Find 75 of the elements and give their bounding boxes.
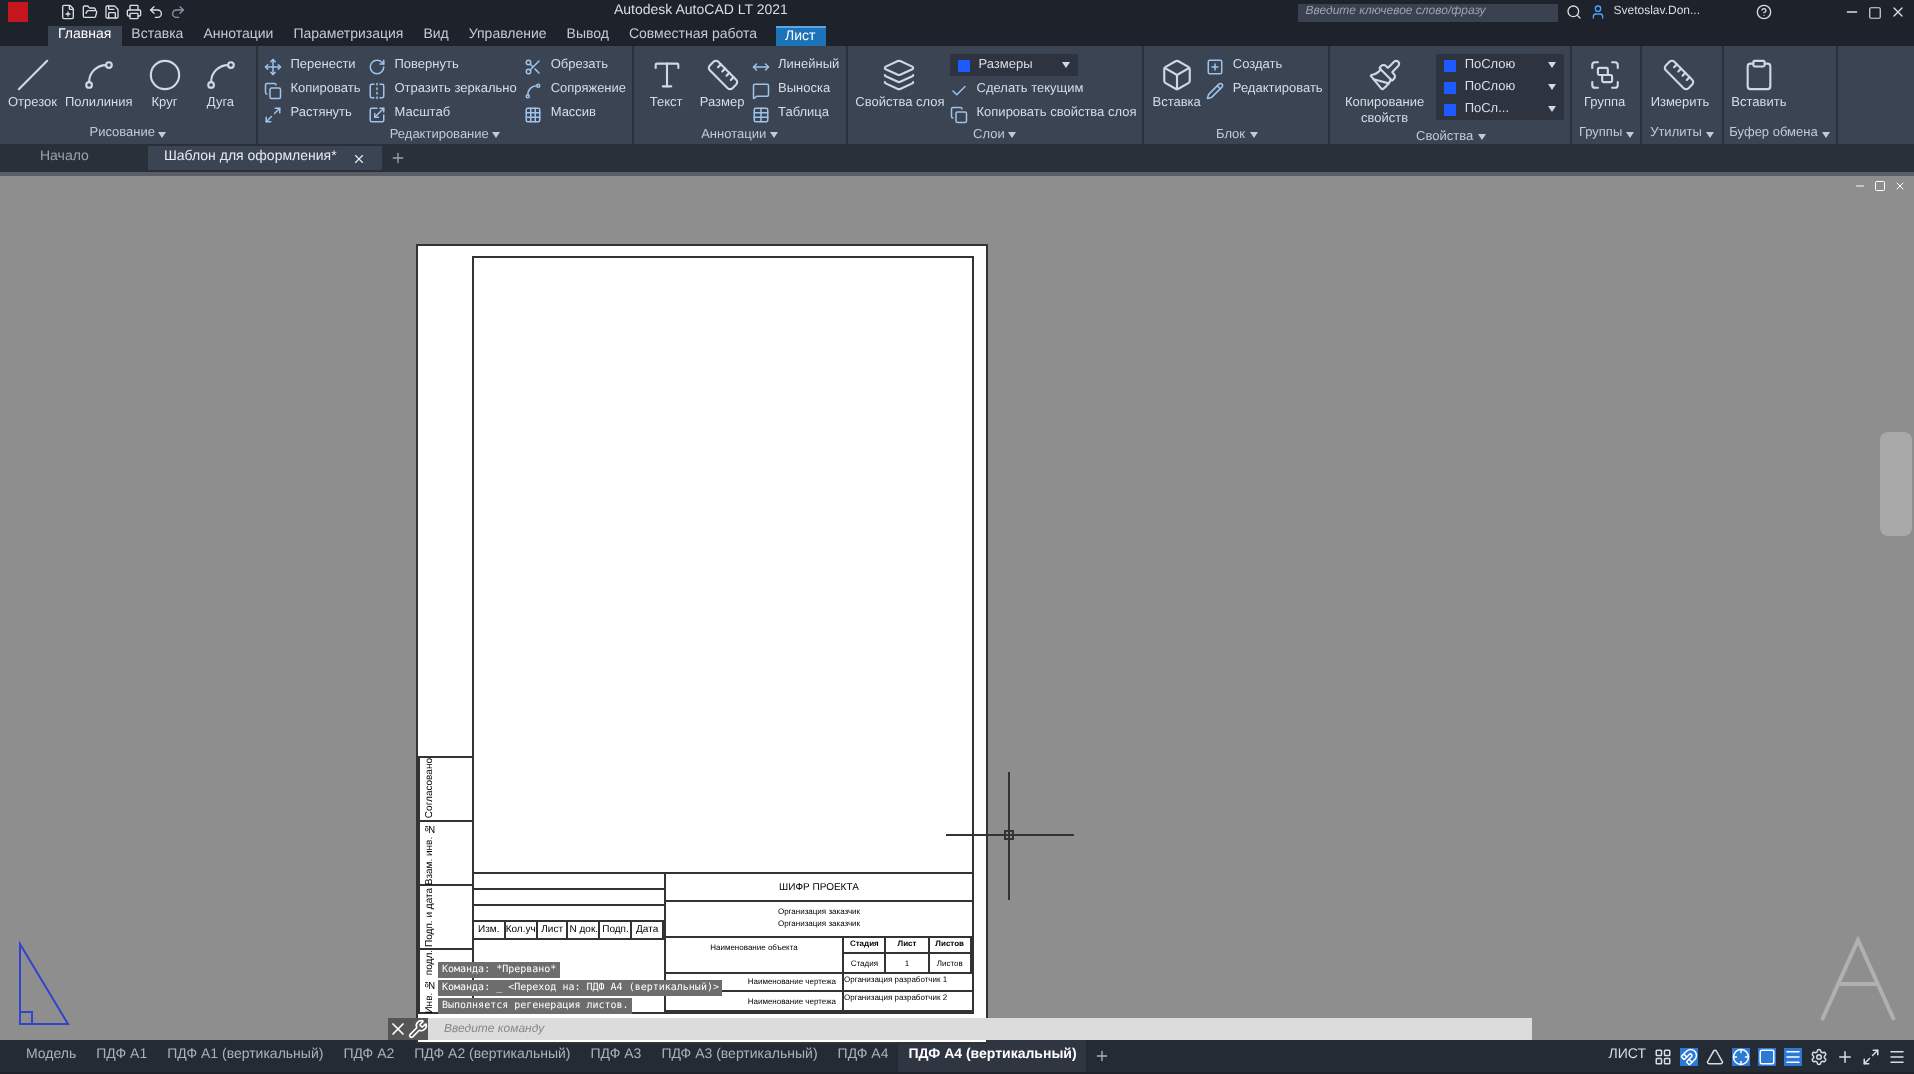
maximize-icon[interactable] [1868,5,1882,19]
caret-icon [1548,62,1557,68]
check-icon [950,81,969,99]
ruler-icon [705,58,740,92]
caret-icon [1062,62,1071,68]
swatch-icon [1444,81,1457,93]
snap-icon[interactable] [1680,1047,1698,1065]
leader-icon [752,81,771,99]
caret-icon[interactable] [770,132,779,139]
swatch-icon [1444,59,1457,71]
crosshair-cursor [946,772,1074,900]
layers-icon [882,58,917,92]
caret-icon[interactable] [1249,132,1258,139]
redo-icon[interactable] [170,4,186,20]
ortho-icon[interactable] [1706,1047,1724,1065]
polyline-icon [81,58,116,92]
circle-icon [147,58,182,92]
plus-icon[interactable] [1836,1047,1854,1065]
caret-icon[interactable] [492,132,501,139]
line-icon [15,58,50,92]
caret-icon [1548,84,1557,90]
move-icon [264,57,283,75]
clipboard-icon [1741,58,1776,92]
close-icon[interactable] [352,151,367,165]
object-snap-icon[interactable] [1758,1047,1776,1065]
block-icon [1159,58,1194,92]
swatch-icon [1444,103,1457,115]
osnap-icon[interactable] [1732,1047,1750,1065]
ucs-triangle-icon [16,940,72,1028]
user-icon[interactable] [1589,4,1606,20]
scissors-icon [524,57,543,75]
caret-icon[interactable] [158,131,167,137]
group-icon [1587,58,1622,92]
folder-icon[interactable] [82,4,98,20]
arc-icon [203,58,238,92]
menu-icon[interactable] [1888,1047,1906,1065]
lineweight-icon[interactable] [1784,1047,1802,1065]
close-icon[interactable] [388,1018,408,1040]
autocad-watermark-icon [1818,936,1898,1024]
create-icon [1206,57,1225,75]
stretch-icon [264,105,283,123]
caret-icon[interactable] [1626,131,1635,137]
save-icon[interactable] [104,4,120,20]
grid-icon[interactable] [1654,1047,1672,1065]
caret-icon[interactable] [1705,131,1714,137]
wrench-icon[interactable] [408,1018,428,1040]
ruler-icon [1662,58,1697,92]
new-file-icon[interactable] [60,4,76,20]
dimension-icon [752,57,771,75]
copy-icon [264,81,283,99]
caret-icon[interactable] [1821,131,1830,137]
undo-icon[interactable] [148,4,164,20]
restore-icon[interactable] [1874,180,1886,192]
letter-icon [649,58,684,92]
brush-icon [1367,58,1402,92]
pencil-icon [1206,81,1225,99]
search-icon[interactable] [1565,4,1582,20]
caret-icon[interactable] [1008,132,1017,139]
grid-icon [524,105,543,123]
table-icon [752,105,771,123]
curve-icon [524,81,543,99]
new-tab-icon[interactable] [390,150,407,166]
scale-icon [368,105,387,123]
fullscreen-icon[interactable] [1862,1047,1880,1065]
rotate-icon [368,57,387,75]
help-icon[interactable] [1756,4,1772,20]
copy-icon [950,105,969,123]
printer-icon[interactable] [126,4,142,20]
close-icon[interactable] [1890,4,1906,20]
caret-icon [1548,106,1557,112]
drawing-canvas[interactable] [0,172,1914,1040]
mirror-icon [368,81,387,99]
swatch-icon [958,59,971,71]
settings-icon[interactable] [1810,1047,1828,1065]
add-layout-icon[interactable] [1094,1048,1111,1064]
